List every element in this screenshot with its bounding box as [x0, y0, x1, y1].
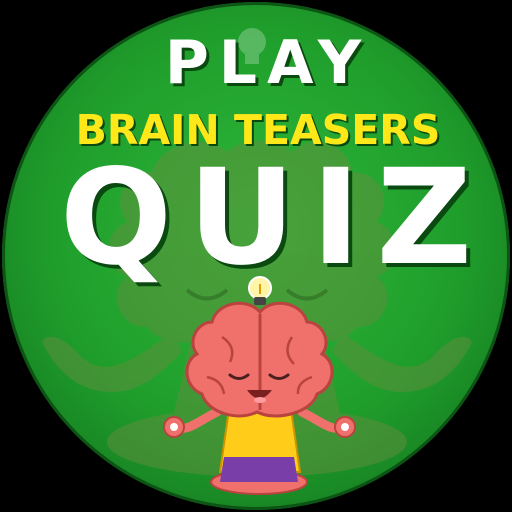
title-quiz: QUIZ	[59, 141, 489, 295]
badge-background: PLAY BRAIN TEASERS QUIZ	[2, 2, 510, 510]
app-icon: PLAY BRAIN TEASERS QUIZ	[0, 0, 512, 512]
title-play: PLAY	[164, 28, 372, 98]
